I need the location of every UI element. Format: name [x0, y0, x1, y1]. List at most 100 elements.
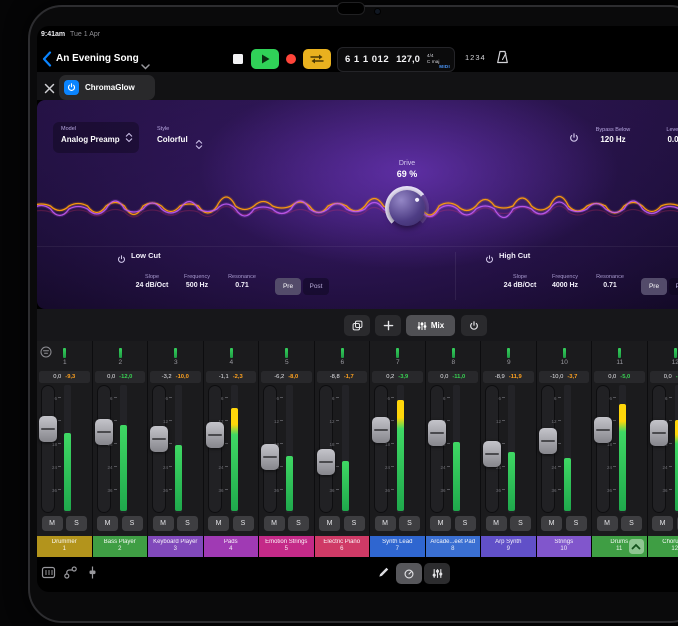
routing-icon[interactable]	[63, 565, 78, 585]
model-selector[interactable]: Model Analog Preamp	[53, 122, 139, 153]
mute-button[interactable]: M	[375, 516, 396, 531]
fader-handle[interactable]	[483, 441, 501, 467]
channel-strip-view-icon[interactable]	[41, 565, 56, 585]
track-label[interactable]: Drums11	[592, 536, 647, 557]
fader-handle[interactable]	[39, 416, 57, 442]
faders-view-button[interactable]	[424, 563, 450, 584]
layers-icon	[352, 320, 363, 331]
mute-button[interactable]: M	[319, 516, 340, 531]
track-label[interactable]: Electric Piano6	[315, 536, 370, 557]
fader-handle[interactable]	[150, 426, 168, 452]
mute-button[interactable]: M	[264, 516, 285, 531]
channel-activity-meter	[452, 348, 455, 358]
solo-button[interactable]: S	[122, 516, 143, 531]
layers-button[interactable]	[344, 315, 370, 336]
track-label[interactable]: Chorus V12	[648, 536, 678, 557]
fader-scale-tick: 24	[604, 465, 616, 470]
fader-handle[interactable]	[594, 417, 612, 443]
track-label[interactable]: Pads4	[204, 536, 259, 557]
solo-button[interactable]: S	[621, 516, 642, 531]
volume-value: 0,0	[53, 374, 61, 380]
solo-button[interactable]: S	[288, 516, 309, 531]
low-cut-power-button[interactable]	[117, 251, 126, 269]
track-label[interactable]: Bass Player2	[93, 536, 148, 557]
plugin-power-button[interactable]	[64, 80, 79, 95]
status-time: 9:41am	[41, 31, 65, 38]
waveform-visualization	[37, 166, 678, 250]
song-title[interactable]: An Evening Song	[56, 53, 139, 64]
cut-section-divider	[455, 252, 456, 300]
solo-button[interactable]: S	[399, 516, 420, 531]
track-label[interactable]: Synth Lead7	[370, 536, 425, 557]
channel-number: 10	[537, 359, 593, 366]
high-cut-post-button[interactable]: Post	[669, 278, 678, 295]
track-label[interactable]: Arp Synth9	[481, 536, 536, 557]
mute-button[interactable]: M	[208, 516, 229, 531]
record-button[interactable]	[286, 54, 296, 64]
bypass-power-button[interactable]	[569, 130, 579, 148]
bypass-below-control[interactable]: Bypass Below 120 Hz	[583, 127, 643, 144]
solo-button[interactable]: S	[66, 516, 87, 531]
fader-handle[interactable]	[206, 422, 224, 448]
high-cut-resonance[interactable]: Resonance 0.71	[583, 274, 637, 289]
fader-handle[interactable]	[95, 419, 113, 445]
track-label[interactable]: Keyboard Player3	[148, 536, 203, 557]
solo-button[interactable]: S	[510, 516, 531, 531]
drive-knob[interactable]	[385, 186, 429, 230]
fader-handle[interactable]	[317, 449, 335, 475]
solo-button[interactable]: S	[233, 516, 254, 531]
channel-level-readout: 0,0-2,1	[650, 371, 678, 383]
channel-level-readout: 0,0-5,0	[594, 371, 645, 383]
stop-button[interactable]	[233, 54, 243, 64]
fader-handle[interactable]	[261, 444, 279, 470]
play-button[interactable]	[251, 49, 279, 69]
fader-handle[interactable]	[428, 420, 446, 446]
mute-button[interactable]: M	[97, 516, 118, 531]
solo-button[interactable]: S	[344, 516, 365, 531]
back-button[interactable]	[42, 51, 54, 67]
mute-button[interactable]: M	[153, 516, 174, 531]
solo-button[interactable]: S	[566, 516, 587, 531]
fader-view-icon[interactable]	[85, 565, 100, 585]
collapse-chevron-up-button[interactable]	[629, 539, 644, 554]
fader-scale-tick: 36	[660, 488, 672, 493]
edit-pencil-icon[interactable]	[377, 566, 390, 584]
fader-handle[interactable]	[372, 417, 390, 443]
mute-button[interactable]: M	[597, 516, 618, 531]
mute-button[interactable]: M	[652, 516, 673, 531]
track-label[interactable]: Arcade...eet Pad8	[426, 536, 481, 557]
low-cut-pre-button[interactable]: Pre	[275, 278, 301, 295]
track-name: Bass Player	[93, 539, 148, 546]
mute-button[interactable]: M	[430, 516, 451, 531]
track-label[interactable]: Emotion Strings5	[259, 536, 314, 557]
solo-button[interactable]: S	[177, 516, 198, 531]
mixer-power-button[interactable]	[461, 315, 487, 336]
screen: 9:41am Tue 1 Apr An Evening Song 6 1 1 0…	[37, 26, 678, 592]
mute-button[interactable]: M	[42, 516, 63, 531]
solo-button[interactable]: S	[455, 516, 476, 531]
plugin-tab[interactable]: ChromaGlow	[59, 75, 155, 100]
fader-handle[interactable]	[650, 420, 668, 446]
style-selector[interactable]: Style Colorful	[157, 122, 231, 153]
track-label[interactable]: Drummer1	[37, 536, 92, 557]
cycle-button[interactable]	[303, 49, 331, 69]
fader-scale-tick: 12	[327, 419, 339, 424]
mix-view-button[interactable]: Mix	[406, 315, 455, 336]
close-plugin-button[interactable]	[44, 81, 55, 99]
mute-button[interactable]: M	[486, 516, 507, 531]
track-name: Chorus V	[648, 539, 678, 546]
add-track-button[interactable]	[375, 315, 401, 336]
low-cut-resonance[interactable]: Resonance 0.71	[215, 274, 269, 289]
track-label[interactable]: Strings10	[537, 536, 592, 557]
fader-handle[interactable]	[539, 428, 557, 454]
low-cut-post-button[interactable]: Post	[303, 278, 329, 295]
high-cut-power-button[interactable]	[485, 251, 494, 269]
fader-scale-tick: 6	[549, 396, 561, 401]
count-in-button[interactable]: 1234	[465, 53, 486, 62]
high-cut-pre-button[interactable]: Pre	[641, 278, 667, 295]
level-control[interactable]: Level 0.0	[649, 127, 678, 144]
knob-view-button[interactable]	[396, 563, 422, 584]
metronome-button[interactable]	[495, 50, 510, 70]
mute-button[interactable]: M	[541, 516, 562, 531]
lcd-display[interactable]: 6 1 1 012 127,0 4/4 C maj MIDI	[337, 47, 455, 72]
